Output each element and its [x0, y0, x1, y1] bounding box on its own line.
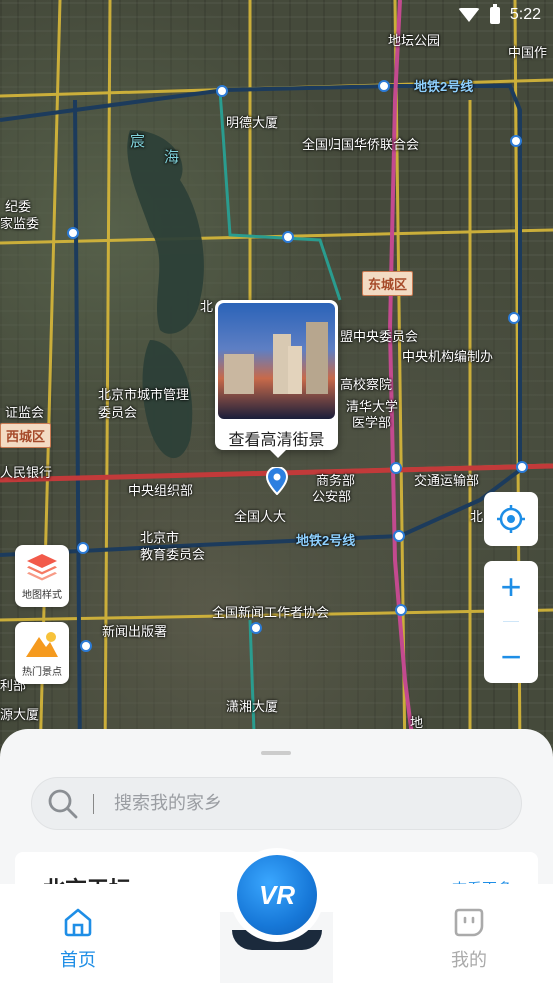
map-label: 证监会 — [5, 405, 45, 420]
map-label: 全国人大 — [234, 509, 287, 524]
map-label: 源大厦 — [0, 707, 40, 722]
map-label: 北 — [470, 509, 484, 524]
metro-station — [508, 312, 520, 324]
district-label: 西城区 — [0, 423, 52, 448]
metro-station — [516, 461, 528, 473]
metro-station — [378, 80, 390, 92]
thumbnail-building — [288, 346, 302, 394]
map-label: 全国新闻工作者协会 — [212, 605, 330, 620]
map-label: 中央组织部 — [128, 483, 194, 498]
hot-spots-label: 热门景点 — [22, 666, 62, 678]
vr-label: VR — [258, 879, 296, 910]
street-view-thumbnail[interactable] — [218, 303, 335, 419]
profile-face-icon — [454, 908, 484, 937]
map-label: 地铁2号线 — [296, 533, 356, 548]
map-label: 医学部 — [352, 415, 392, 430]
crosshair-icon — [497, 505, 525, 533]
thumbnail-building — [224, 354, 254, 394]
location-pin-icon — [266, 467, 288, 495]
map-style-label: 地图样式 — [22, 589, 62, 601]
zoom-out-button[interactable]: − — [500, 638, 521, 675]
zoom-divider — [503, 621, 519, 623]
map-label: 地坛公园 — [388, 33, 441, 48]
district-label: 东城区 — [362, 271, 414, 296]
street-view-label[interactable]: 查看高清街景 — [218, 426, 335, 450]
metro-station — [510, 135, 522, 147]
drag-handle[interactable] — [261, 751, 291, 755]
layers-icon — [27, 553, 57, 580]
map-label: 地铁2号线 — [414, 79, 474, 94]
map-label: 公安部 — [312, 489, 352, 504]
battery-charging-icon — [489, 3, 500, 24]
map-style-button[interactable]: 地图样式 — [15, 545, 69, 607]
vr-button-ring: VR — [230, 848, 324, 942]
nav-tab-home-bg — [0, 884, 220, 983]
search-input[interactable] — [114, 793, 444, 814]
nav-tab-mine-bg — [333, 884, 553, 983]
metro-station — [216, 85, 228, 97]
locate-button[interactable] — [484, 492, 538, 546]
search-bar[interactable] — [31, 777, 522, 830]
home-icon — [64, 908, 92, 937]
thumbnail-building — [306, 322, 328, 394]
map-label: 高校察院 — [340, 377, 393, 392]
nav-home-label: 首页 — [60, 950, 96, 970]
metro-station — [67, 227, 79, 239]
metro-station — [393, 530, 405, 542]
map-label: 盟中央委员会 — [340, 329, 419, 344]
mountain-icon — [26, 631, 58, 657]
zoom-control: + − — [484, 561, 538, 683]
metro-station — [77, 542, 89, 554]
map-label: 海 — [164, 149, 180, 166]
metro-station — [282, 231, 294, 243]
vr-button[interactable]: VR — [237, 855, 317, 935]
search-divider — [93, 793, 94, 814]
nav-home[interactable]: 首页 — [60, 906, 96, 972]
zoom-in-button[interactable]: + — [500, 569, 521, 605]
map-label: 人民银行 — [0, 465, 53, 480]
map-label: 明德大厦 — [226, 115, 279, 130]
map-label: 北京市城市管理 — [98, 387, 190, 402]
metro-station — [80, 640, 92, 652]
street-view-popup[interactable]: 查看高清街景 — [215, 300, 338, 458]
wifi-icon — [457, 8, 480, 22]
hot-spots-button[interactable]: 热门景点 — [15, 622, 69, 684]
map-label: 新闻出版署 — [102, 624, 168, 639]
nav-mine[interactable]: 我的 — [451, 906, 487, 972]
status-bar: 5:22 — [413, 0, 553, 30]
nav-mine-label: 我的 — [451, 950, 487, 970]
map-label: 教育委员会 — [140, 547, 206, 562]
map-label: 中央机构编制办 — [402, 349, 494, 364]
map-label: 全国归国华侨联合会 — [302, 137, 420, 152]
search-icon — [48, 789, 78, 818]
metro-station — [250, 622, 262, 634]
map-label: 委员会 — [98, 405, 138, 420]
metro-station — [390, 462, 402, 474]
map-label: 宸 — [130, 133, 146, 150]
map-label: 潇湘大厦 — [226, 699, 279, 714]
map-label: 中国作 — [508, 45, 548, 60]
map-label: 家监委 — [0, 216, 40, 231]
map-label: 北 — [200, 299, 214, 314]
metro-station — [395, 604, 407, 616]
status-time: 5:22 — [509, 6, 541, 23]
map-label: 交通运输部 — [414, 473, 480, 488]
